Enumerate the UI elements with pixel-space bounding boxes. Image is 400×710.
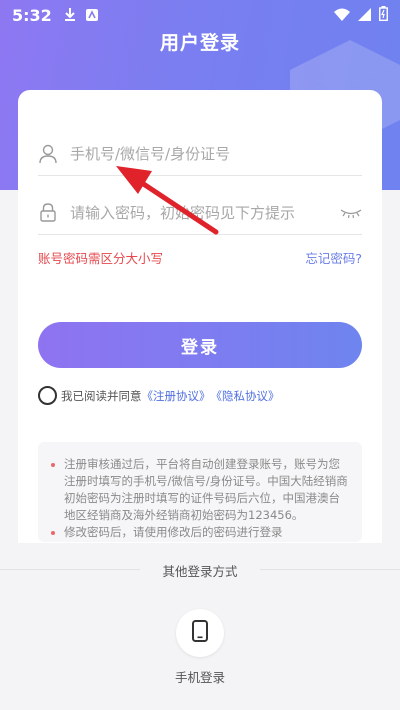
status-time: 5:32	[12, 5, 52, 25]
other-login-section: 其他登录方式 手机登录	[0, 543, 400, 710]
app-notification-icon	[85, 6, 98, 25]
status-bar: 5:32	[0, 0, 400, 30]
register-agreement-link[interactable]: 《注册协议》	[142, 388, 211, 404]
page-title: 用户登录	[159, 32, 240, 54]
bullet-dot	[51, 531, 55, 535]
privacy-agreement-link[interactable]: 《隐私协议》	[211, 388, 280, 404]
bullet-dot	[51, 463, 55, 467]
agreement-text: 我已阅读并同意	[61, 388, 142, 403]
agreement-row: 我已阅读并同意 《注册协议》 《隐私协议》	[38, 386, 280, 405]
phone-login-button[interactable]	[176, 609, 224, 657]
lock-icon	[38, 203, 58, 223]
password-input[interactable]	[70, 203, 334, 222]
forgot-password-link[interactable]: 忘记密码?	[305, 248, 362, 267]
phone-icon	[192, 620, 208, 646]
eye-closed-icon[interactable]	[340, 207, 362, 219]
user-icon	[38, 144, 58, 164]
agreement-radio[interactable]	[38, 386, 57, 405]
notice-item-1: 注册审核通过后，平台将自动创建登录账号，账号为您注册时填写的手机号/微信号/身份…	[64, 457, 348, 522]
wifi-icon	[334, 6, 350, 25]
battery-icon	[379, 5, 388, 25]
login-button[interactable]: 登录	[38, 322, 362, 368]
case-sensitive-hint: 账号密码需区分大小写	[38, 251, 164, 266]
notice-item-2: 修改密码后，请使用修改后的密码进行登录	[64, 525, 283, 539]
password-field[interactable]	[38, 191, 362, 235]
account-field[interactable]	[38, 132, 362, 176]
other-login-title: 其他登录方式	[162, 564, 238, 579]
notice-box: 注册审核通过后，平台将自动创建登录账号，账号为您注册时填写的手机号/微信号/身份…	[38, 442, 362, 542]
signal-icon	[358, 6, 371, 25]
download-icon	[64, 6, 76, 25]
phone-login-label: 手机登录	[174, 670, 225, 685]
account-input[interactable]	[70, 144, 362, 163]
